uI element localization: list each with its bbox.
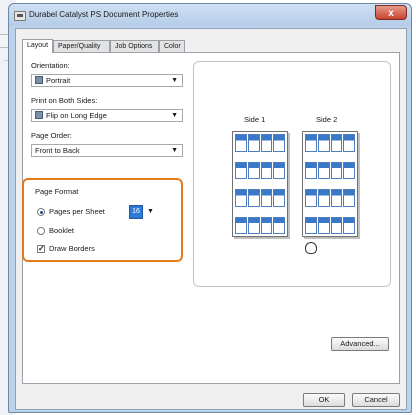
dialog-body: Layout Paper/Quality Job Options Color O…	[15, 28, 407, 410]
page-order-value: Front to Back	[35, 146, 80, 155]
close-button[interactable]: x	[375, 5, 407, 20]
side-2-label: Side 2	[316, 115, 338, 124]
page-thumbnail	[343, 134, 355, 152]
page-thumbnail	[247, 189, 260, 207]
page-thumbnail	[260, 161, 273, 179]
print-both-sides-label: Print on Both Sides:	[31, 96, 98, 105]
print-both-sides-select[interactable]: Flip on Long Edge ▼	[31, 109, 183, 122]
booklet-label: Booklet	[49, 226, 75, 235]
tab-job-options[interactable]: Job Options	[110, 40, 159, 52]
page-thumbnail	[305, 189, 317, 207]
booklet-radio[interactable]	[37, 227, 45, 235]
pages-per-sheet-radio[interactable]	[37, 208, 45, 216]
page-thumbnail	[330, 189, 343, 207]
page-thumbnail	[273, 161, 285, 179]
chevron-down-icon: ▼	[171, 77, 178, 84]
page-order-label: Page Order:	[31, 131, 72, 140]
page-thumbnail	[305, 216, 317, 234]
page-thumbnail	[247, 134, 260, 152]
page-thumbnail	[273, 134, 285, 152]
page-thumbnail	[317, 216, 330, 234]
pages-per-sheet-label: Pages per Sheet	[49, 207, 105, 216]
page-thumbnail	[260, 134, 273, 152]
chevron-down-icon[interactable]: ▼	[147, 208, 154, 215]
advanced-button[interactable]: Advanced...	[331, 337, 389, 351]
page-thumbnail	[305, 161, 317, 179]
printer-icon	[14, 11, 26, 21]
tab-color[interactable]: Color	[159, 40, 185, 52]
tab-layout[interactable]: Layout	[22, 39, 53, 53]
page-thumbnail	[235, 189, 247, 207]
page-thumbnail	[343, 189, 355, 207]
print-both-sides-value: Flip on Long Edge	[46, 111, 107, 120]
page-thumbnail	[247, 216, 260, 234]
layout-panel: Orientation: Portrait ▼ Print on Both Si…	[22, 52, 400, 384]
page-thumbnail	[330, 161, 343, 179]
page-thumbnail	[317, 161, 330, 179]
chevron-down-icon: ▼	[171, 112, 178, 119]
page-thumbnail	[235, 161, 247, 179]
page-thumbnail	[260, 189, 273, 207]
page-order-select[interactable]: Front to Back ▼	[31, 144, 183, 157]
page-thumbnail	[317, 189, 330, 207]
page-thumbnail	[235, 216, 247, 234]
cancel-button[interactable]: Cancel	[352, 393, 400, 407]
side-2-sheet	[302, 131, 358, 237]
page-thumbnail	[343, 161, 355, 179]
layout-preview: Side 1 Side 2	[193, 61, 391, 287]
page-icon	[35, 76, 43, 84]
page-thumbnail	[305, 134, 317, 152]
window-title: Durabel Catalyst PS Document Properties	[29, 10, 179, 19]
duplex-icon	[35, 111, 43, 119]
page-thumbnail	[330, 134, 343, 152]
page-thumbnail	[247, 161, 260, 179]
draw-borders-label: Draw Borders	[49, 244, 95, 253]
page-thumbnail	[260, 216, 273, 234]
mouse-cursor-icon	[305, 242, 317, 254]
title-bar[interactable]: Durabel Catalyst PS Document Properties …	[9, 4, 411, 26]
page-thumbnail	[343, 216, 355, 234]
orientation-select[interactable]: Portrait ▼	[31, 74, 183, 87]
page-format-label: Page Format	[35, 187, 79, 196]
page-thumbnail	[273, 189, 285, 207]
orientation-value: Portrait	[46, 76, 71, 85]
side-1-label: Side 1	[244, 115, 266, 124]
tab-paper-quality[interactable]: Paper/Quality	[53, 40, 110, 52]
page-thumbnail	[235, 134, 247, 152]
pages-per-sheet-select[interactable]: 16	[129, 205, 143, 219]
orientation-label: Orientation:	[31, 61, 70, 70]
document-properties-dialog: Durabel Catalyst PS Document Properties …	[8, 3, 412, 413]
side-1-sheet	[232, 131, 288, 237]
page-thumbnail	[273, 216, 285, 234]
ok-button[interactable]: OK	[303, 393, 345, 407]
draw-borders-checkbox[interactable]: ✓	[37, 245, 45, 253]
chevron-down-icon: ▼	[171, 147, 178, 154]
page-thumbnail	[317, 134, 330, 152]
page-thumbnail	[330, 216, 343, 234]
